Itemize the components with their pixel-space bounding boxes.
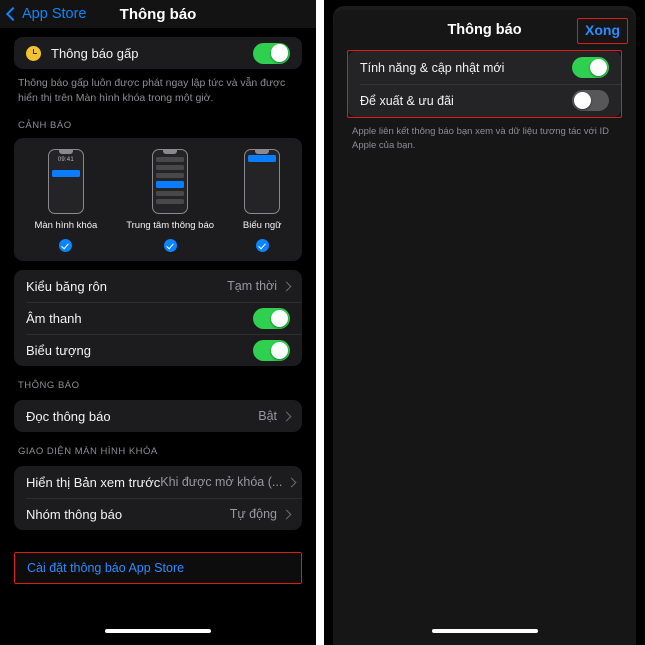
sheet-footnote: Apple liên kết thông báo bạn xem và dữ l…: [352, 126, 610, 152]
modal-sheet-inner: Thông báo Xong Tính năng & cập nhật mới: [333, 10, 636, 645]
new-features-label: Tính năng & cập nhật mới: [360, 60, 505, 75]
preview-time: 09:41: [57, 157, 74, 164]
stripe: [156, 191, 185, 197]
checkmark-icon[interactable]: [59, 239, 73, 253]
alert-style-banner[interactable]: Biểu ngữ: [242, 149, 282, 253]
notification-bar: [248, 155, 277, 162]
alert-styles-card: 09:41 Màn hình khóa Trung tâm thông báo …: [14, 138, 302, 262]
notification-options-highlight-box: Tính năng & cập nhật mới Để xuất & ưu đã…: [347, 50, 622, 118]
toggle-knob: [270, 44, 289, 62]
urgent-notification-label: Thông báo gấp: [51, 45, 139, 61]
done-button-highlight-box: Xong: [577, 18, 628, 44]
checkmark-icon[interactable]: [255, 239, 269, 253]
navigation-bar: App Store Thông báo: [0, 0, 316, 28]
recommendations-toggle[interactable]: [572, 90, 609, 111]
notch-icon: [58, 150, 73, 154]
dual-screenshot-container: App Store Thông báo Thông báo gấp Thông …: [0, 0, 645, 645]
announce-notifications-value: Bật: [258, 409, 277, 424]
alert-style-notification-center[interactable]: Trung tâm thông báo: [126, 149, 215, 253]
left-phone-screen: App Store Thông báo Thông báo gấp Thông …: [0, 0, 316, 645]
alert-style-label: Trung tâm thông báo: [126, 220, 215, 232]
chevron-left-icon: [5, 6, 21, 22]
sheet-title: Thông báo: [447, 22, 522, 38]
urgent-notification-footnote: Thông báo gấp luôn được phát ngay lập tứ…: [18, 77, 286, 105]
sound-label: Âm thanh: [26, 310, 82, 326]
sound-toggle[interactable]: [253, 307, 290, 329]
notch-icon: [255, 150, 270, 154]
sheet-navigation-bar: Thông báo Xong: [333, 10, 636, 50]
toggle-knob: [270, 341, 289, 360]
stripe: [156, 199, 185, 205]
announce-notifications-label: Đọc thông báo: [26, 408, 111, 424]
modal-sheet: Thông báo Xong Tính năng & cập nhật mới: [333, 6, 636, 645]
chevron-right-icon: [281, 411, 292, 422]
alert-style-label: Màn hình khóa: [34, 220, 98, 232]
new-features-row[interactable]: Tính năng & cập nhật mới: [348, 51, 621, 84]
new-features-toggle[interactable]: [572, 57, 609, 78]
sheet-content: Tính năng & cập nhật mới Để xuất & ưu đã…: [333, 50, 636, 154]
chevron-right-icon: [281, 281, 292, 292]
alerts-section-header: CẢNH BÁO: [18, 120, 72, 132]
notification-bar: [51, 170, 80, 177]
alert-options-card: Kiểu băng rôn Tạm thời Âm thanh Biểu tượ…: [14, 270, 302, 367]
urgent-notification-toggle[interactable]: [253, 42, 290, 64]
chevron-right-icon: [286, 477, 297, 488]
settings-content: Thông báo gấp Thông báo gấp luôn được ph…: [0, 37, 316, 585]
clock-icon: [26, 45, 41, 61]
alert-style-label: Biểu ngữ: [242, 220, 282, 232]
announce-notifications-row[interactable]: Đọc thông báo Bật: [14, 400, 302, 432]
lockscreen-options-card: Hiển thị Bản xem trước Khi được mở khóa …: [14, 466, 302, 531]
app-notification-settings-label: Cài đặt thông báo App Store: [27, 561, 185, 576]
screenshot-divider: [316, 0, 324, 645]
banner-style-label: Kiểu băng rôn: [26, 278, 107, 294]
banner-preview-icon: [244, 149, 281, 215]
badge-toggle[interactable]: [253, 339, 290, 361]
notification-grouping-label: Nhóm thông báo: [26, 506, 123, 522]
notch-icon: [163, 150, 178, 154]
home-indicator: [105, 629, 211, 633]
back-button[interactable]: App Store: [5, 6, 87, 22]
show-previews-label: Hiển thị Bản xem trước: [26, 474, 161, 490]
notification-options-card: Tính năng & cập nhật mới Để xuất & ưu đã…: [348, 51, 621, 117]
lockscreen-preview-icon: 09:41: [47, 149, 84, 215]
show-previews-row[interactable]: Hiển thị Bản xem trước Khi được mở khóa …: [14, 466, 302, 498]
lockscreen-section-header: GIAO DIỆN MÀN HÌNH KHÓA: [18, 446, 158, 458]
notification-bar: [156, 181, 185, 188]
recommendations-label: Để xuất & ưu đãi: [360, 93, 454, 108]
app-notification-settings-row[interactable]: Cài đặt thông báo App Store: [15, 553, 301, 584]
stripe: [156, 157, 185, 163]
checkmark-icon[interactable]: [163, 239, 177, 253]
home-indicator: [431, 629, 538, 633]
notification-center-preview-icon: [152, 149, 189, 215]
urgent-notifications-card: Thông báo gấp: [14, 37, 302, 69]
show-previews-value: Khi được mở khóa (...: [160, 475, 283, 490]
stripe: [156, 173, 185, 179]
toggle-knob: [573, 91, 592, 110]
done-button[interactable]: Xong: [585, 22, 620, 38]
back-button-label: App Store: [22, 6, 87, 22]
recommendations-row[interactable]: Để xuất & ưu đãi: [348, 84, 621, 117]
chevron-right-icon: [281, 509, 292, 520]
notifications-section-header: THÔNG BÁO: [18, 380, 80, 392]
toggle-knob: [270, 309, 289, 328]
app-settings-highlight-box: Cài đặt thông báo App Store: [14, 552, 302, 585]
notification-grouping-value: Tự động: [229, 507, 277, 522]
sound-row[interactable]: Âm thanh: [14, 302, 302, 334]
notification-grouping-row[interactable]: Nhóm thông báo Tự động: [14, 498, 302, 530]
banner-style-row[interactable]: Kiểu băng rôn Tạm thời: [14, 270, 302, 302]
right-phone-screen: Thông báo Xong Tính năng & cập nhật mới: [324, 0, 645, 645]
announce-notifications-card: Đọc thông báo Bật: [14, 400, 302, 433]
banner-style-value: Tạm thời: [227, 279, 277, 294]
badge-label: Biểu tượng: [26, 342, 91, 358]
toggle-knob: [589, 58, 608, 77]
urgent-notification-row[interactable]: Thông báo gấp: [14, 37, 302, 69]
badge-row[interactable]: Biểu tượng: [14, 334, 302, 366]
stripe: [156, 165, 185, 171]
alert-style-lockscreen[interactable]: 09:41 Màn hình khóa: [34, 149, 98, 253]
